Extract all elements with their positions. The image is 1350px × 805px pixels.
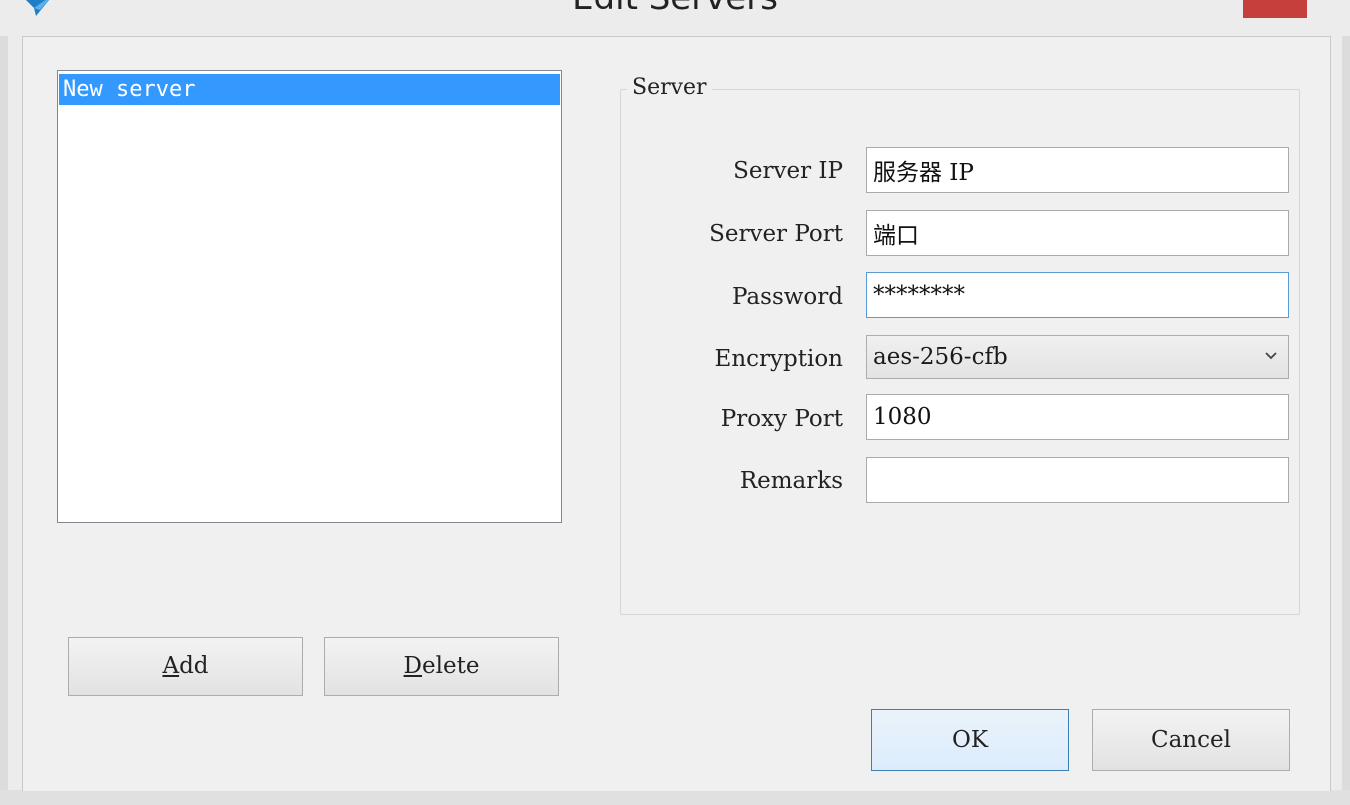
delete-button[interactable]: Delete <box>324 637 559 696</box>
encryption-select[interactable]: aes-256-cfb <box>866 335 1289 379</box>
password-label: Password <box>731 284 843 310</box>
remarks-input[interactable] <box>866 457 1289 503</box>
server-port-label: Server Port <box>709 221 843 247</box>
close-button[interactable] <box>1243 0 1307 18</box>
password-input[interactable] <box>866 272 1289 318</box>
add-mnemonic: A <box>162 653 180 679</box>
proxy-port-label: Proxy Port <box>720 406 843 432</box>
title-bar: Edit Servers <box>0 0 1350 36</box>
server-group-title: Server <box>627 75 712 101</box>
window-frame-right <box>1342 36 1350 805</box>
server-port-input[interactable] <box>866 210 1289 256</box>
cancel-button[interactable]: Cancel <box>1092 709 1290 771</box>
chevron-down-icon <box>1265 352 1277 360</box>
server-ip-input[interactable] <box>866 147 1289 193</box>
add-label-rest: dd <box>179 653 209 679</box>
window-frame-bottom <box>0 790 1350 805</box>
ok-button[interactable]: OK <box>871 709 1069 771</box>
add-button[interactable]: Add <box>68 637 303 696</box>
server-list[interactable]: New server <box>57 70 562 523</box>
window-title: Edit Servers <box>0 0 1350 18</box>
encryption-value: aes-256-cfb <box>873 344 1008 370</box>
server-list-item[interactable]: New server <box>59 74 560 105</box>
window-frame-left <box>0 36 8 805</box>
proxy-port-input[interactable] <box>866 394 1289 440</box>
delete-mnemonic: D <box>403 653 422 679</box>
remarks-label: Remarks <box>739 468 843 494</box>
encryption-label: Encryption <box>714 346 843 372</box>
delete-label-rest: elete <box>422 653 480 679</box>
server-ip-label: Server IP <box>733 158 843 184</box>
